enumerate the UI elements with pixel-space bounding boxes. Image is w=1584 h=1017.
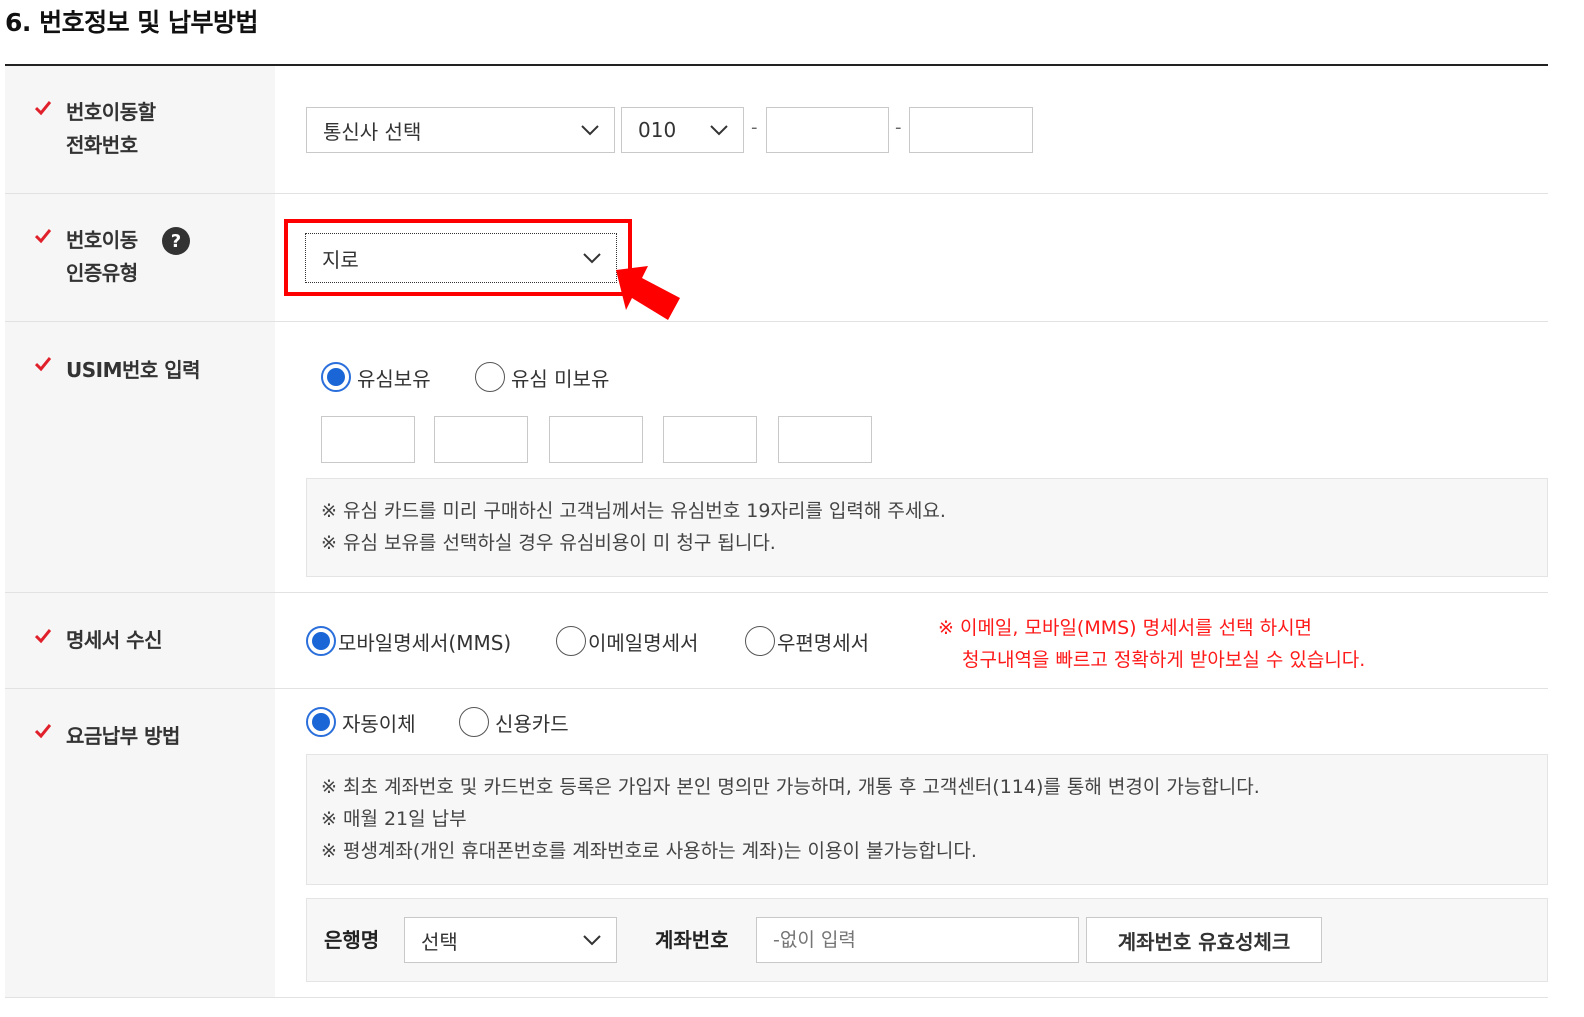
payment-label: 요금납부 방법 xyxy=(66,724,180,748)
radio-usim-none-label: 유심 미보유 xyxy=(511,366,610,391)
auth-label: 번호이동 인증유형 xyxy=(66,224,138,290)
usim-input-5[interactable] xyxy=(778,416,872,463)
radio-statement-mms-label: 모바일명세서(MMS) xyxy=(338,630,512,655)
bank-select[interactable]: 선택 xyxy=(404,917,617,963)
account-label: 계좌번호 xyxy=(655,928,729,952)
usim-input-2[interactable] xyxy=(434,416,528,463)
pointer-arrow-icon xyxy=(616,266,680,320)
radio-payment-auto[interactable]: 자동이체 xyxy=(306,707,416,737)
statement-note-line2: 청구내역을 빠르고 정확하게 받아보실 수 있습니다. xyxy=(962,649,1366,671)
payment-note-1: ※ 최초 계좌번호 및 카드번호 등록은 가입자 본인 명의만 가능하며, 개통… xyxy=(321,776,1260,798)
validate-account-button[interactable]: 계좌번호 유효성체크 xyxy=(1086,917,1322,963)
row-divider xyxy=(5,592,1548,593)
auth-label-line1: 번호이동 xyxy=(66,228,138,252)
radio-statement-email-label: 이메일명세서 xyxy=(588,630,699,655)
auth-type-value: 지로 xyxy=(322,247,359,272)
radio-unselected-icon xyxy=(556,626,586,656)
radio-usim-have-label: 유심보유 xyxy=(357,366,431,391)
radio-selected-icon xyxy=(321,362,351,392)
phone-dash: - xyxy=(751,117,758,138)
chevron-down-icon xyxy=(583,253,601,264)
payment-notice: ※ 최초 계좌번호 및 카드번호 등록은 가입자 본인 명의만 가능하며, 개통… xyxy=(306,754,1548,885)
statement-note-line1: ※ 이메일, 모바일(MMS) 명세서를 선택 하시면 xyxy=(938,617,1313,639)
phone-dash: - xyxy=(895,117,902,138)
phone-label-line1: 번호이동할 xyxy=(66,100,156,124)
payment-note-3: ※ 평생계좌(개인 휴대폰번호를 계좌번호로 사용하는 계좌)는 이용이 불가능… xyxy=(321,840,977,862)
radio-unselected-icon xyxy=(475,362,505,392)
radio-statement-email[interactable]: 이메일명세서 xyxy=(556,626,698,656)
bank-label: 은행명 xyxy=(324,928,380,952)
usim-notice: ※ 유심 카드를 미리 구매하신 고객님께서는 유심번호 19자리를 입력해 주… xyxy=(306,478,1548,577)
chevron-down-icon xyxy=(583,935,601,946)
radio-selected-icon xyxy=(306,626,336,656)
statement-label: 명세서 수신 xyxy=(66,628,162,652)
account-number-input[interactable] xyxy=(756,917,1079,963)
help-icon[interactable]: ? xyxy=(162,227,190,255)
section-title: 6. 번호정보 및 납부방법 xyxy=(5,8,259,37)
carrier-select-value: 통신사 선택 xyxy=(323,119,422,144)
usim-input-1[interactable] xyxy=(321,416,415,463)
row-divider xyxy=(5,688,1548,689)
phone-label: 번호이동할 전화번호 xyxy=(66,96,156,162)
auth-type-select[interactable]: 지로 xyxy=(305,233,617,283)
phone-last-input[interactable] xyxy=(909,107,1033,153)
row-divider xyxy=(5,321,1548,322)
payment-note-2: ※ 매월 21일 납부 xyxy=(321,808,467,830)
phone-prefix-value: 010 xyxy=(638,118,677,142)
usim-note-2: ※ 유심 보유를 선택하실 경우 유심비용이 미 청구 됩니다. xyxy=(321,532,776,554)
radio-statement-post[interactable]: 우편명세서 xyxy=(745,626,869,656)
radio-statement-mms[interactable]: 모바일명세서(MMS) xyxy=(306,626,511,656)
usim-input-4[interactable] xyxy=(663,416,757,463)
required-check-icon xyxy=(35,101,51,116)
radio-usim-have[interactable]: 유심보유 xyxy=(321,362,431,392)
radio-payment-card[interactable]: 신용카드 xyxy=(459,707,569,737)
usim-input-3[interactable] xyxy=(549,416,643,463)
usim-label: USIM번호 입력 xyxy=(66,358,201,382)
usim-note-1: ※ 유심 카드를 미리 구매하신 고객님께서는 유심번호 19자리를 입력해 주… xyxy=(321,500,946,522)
chevron-down-icon xyxy=(581,125,599,136)
row-divider xyxy=(5,193,1548,194)
radio-unselected-icon xyxy=(745,626,775,656)
radio-usim-none[interactable]: 유심 미보유 xyxy=(475,362,609,392)
phone-middle-input[interactable] xyxy=(766,107,889,153)
radio-unselected-icon xyxy=(459,707,489,737)
radio-payment-auto-label: 자동이체 xyxy=(342,711,416,736)
required-check-icon xyxy=(35,724,51,739)
chevron-down-icon xyxy=(710,125,728,136)
radio-payment-card-label: 신용카드 xyxy=(495,711,569,736)
row-divider xyxy=(5,997,1548,998)
required-check-icon xyxy=(35,629,51,644)
required-check-icon xyxy=(35,357,51,372)
carrier-select[interactable]: 통신사 선택 xyxy=(306,107,615,153)
phone-label-line2: 전화번호 xyxy=(66,133,138,157)
bank-select-value: 선택 xyxy=(421,929,458,954)
label-column xyxy=(5,66,275,998)
phone-prefix-select[interactable]: 010 xyxy=(621,107,744,153)
radio-statement-post-label: 우편명세서 xyxy=(777,630,869,655)
radio-selected-icon xyxy=(306,707,336,737)
auth-label-line2: 인증유형 xyxy=(66,261,138,285)
required-check-icon xyxy=(35,229,51,244)
